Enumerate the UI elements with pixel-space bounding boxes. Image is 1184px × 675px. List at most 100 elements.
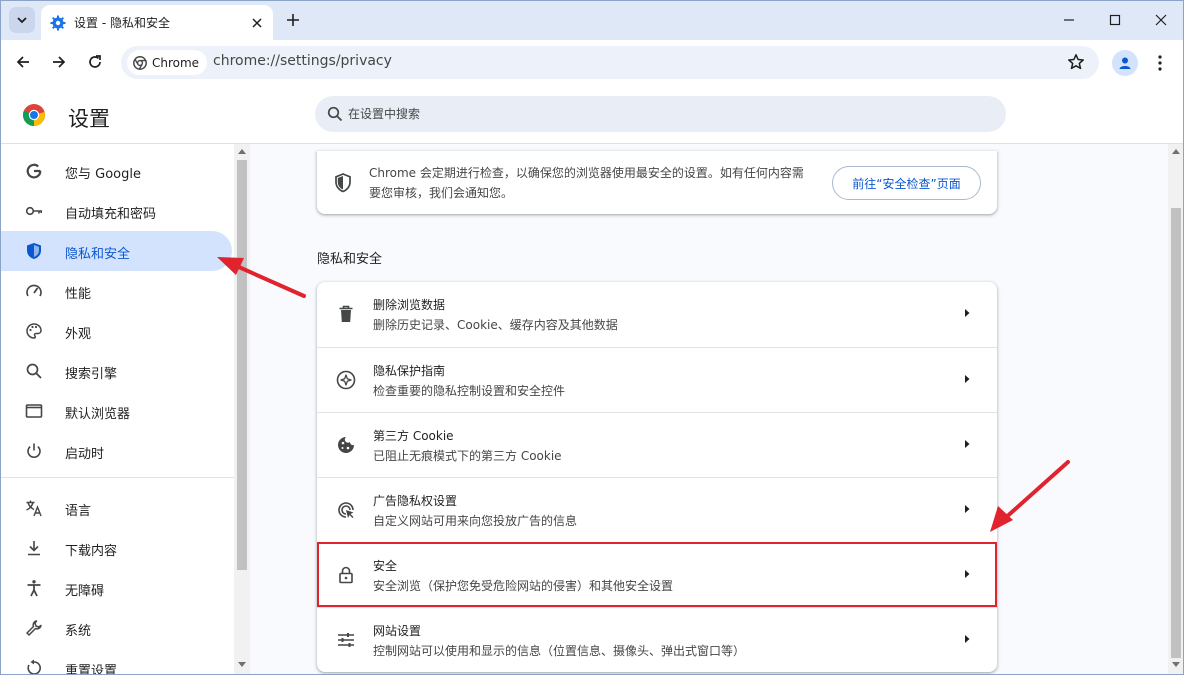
sidebar-item-label: 自动填充和密码 xyxy=(65,207,157,222)
section-title: 隐私和安全 xyxy=(317,252,383,267)
sidebar-item-label: 外观 xyxy=(65,327,92,342)
sidebar-item-label: 性能 xyxy=(65,287,92,302)
row-subtitle: 安全浏览（保护您免受危险网站的侵害）和其他安全设置 xyxy=(373,579,674,593)
arrow-right-icon xyxy=(965,309,970,317)
profile-button[interactable] xyxy=(1112,50,1138,76)
speedometer-icon xyxy=(25,282,43,300)
close-icon xyxy=(1155,14,1167,26)
avatar-icon xyxy=(1119,57,1131,69)
arrow-right-icon xyxy=(965,505,970,513)
new-tab-button[interactable] xyxy=(282,9,304,31)
key-icon xyxy=(25,202,43,220)
row-title: 隐私保护指南 xyxy=(373,364,446,378)
sidebar-item-downloads[interactable]: 下载内容 xyxy=(0,528,232,568)
arrow-left-icon xyxy=(16,56,29,68)
maximize-button[interactable] xyxy=(1092,0,1138,40)
window-close-button[interactable] xyxy=(1138,0,1184,40)
row-subtitle: 已阻止无痕模式下的第三方 Cookie xyxy=(373,449,562,463)
minimize-button[interactable] xyxy=(1046,0,1092,40)
tab-title: 设置 - 隐私和安全 xyxy=(74,16,170,30)
arrow-right-icon xyxy=(965,375,970,383)
sidebar-item-accessibility[interactable]: 无障碍 xyxy=(0,568,232,608)
reload-button[interactable] xyxy=(80,47,110,77)
sidebar-item-label: 您与 Google xyxy=(65,167,141,182)
scroll-up-icon xyxy=(1172,149,1180,154)
star-icon xyxy=(1068,54,1084,70)
privacy-list-card: 删除浏览数据 删除历史记录、Cookie、缓存内容及其他数据 隐私保护指南 检查… xyxy=(317,282,997,672)
sidebar-item-label: 默认浏览器 xyxy=(65,407,131,422)
search-input[interactable] xyxy=(348,96,988,132)
minimize-icon xyxy=(1064,19,1074,21)
row-subtitle: 删除历史记录、Cookie、缓存内容及其他数据 xyxy=(373,318,618,332)
safety-check-button[interactable]: 前往“安全检查”页面 xyxy=(832,166,981,200)
translate-icon xyxy=(25,499,43,517)
chrome-icon xyxy=(133,55,147,70)
menu-button[interactable] xyxy=(1150,50,1170,76)
chevron-down-icon xyxy=(17,17,27,24)
sidebar-scrollbar-thumb[interactable] xyxy=(237,160,247,570)
sidebar-item-on-startup[interactable]: 启动时 xyxy=(0,431,232,471)
sidebar-item-autofill[interactable]: 自动填充和密码 xyxy=(0,191,232,231)
row-subtitle: 控制网站可以使用和显示的信息（位置信息、摄像头、弹出式窗口等） xyxy=(373,644,746,658)
toolbar: Chrome chrome://settings/privacy xyxy=(0,40,1184,86)
sidebar-item-label: 语言 xyxy=(65,504,92,519)
sidebar-item-system[interactable]: 系统 xyxy=(0,608,232,648)
sidebar-item-reset[interactable]: 重置设置 xyxy=(0,648,232,675)
sliders-icon xyxy=(336,630,356,650)
compass-icon xyxy=(336,370,356,390)
row-privacy-guide[interactable]: 隐私保护指南 检查重要的隐私控制设置和安全控件 xyxy=(317,347,997,412)
more-vert-icon xyxy=(1158,55,1162,71)
settings-main: Chrome 会定期进行检查，以确保您的浏览器使用最安全的设置。如有任何内容需要… xyxy=(250,144,1168,675)
sidebar-item-label: 重置设置 xyxy=(65,664,118,675)
download-icon xyxy=(25,539,43,557)
shield-icon xyxy=(25,242,43,260)
row-clear-browsing-data[interactable]: 删除浏览数据 删除历史记录、Cookie、缓存内容及其他数据 xyxy=(317,282,997,347)
tab-close-button[interactable] xyxy=(247,13,267,33)
row-site-settings[interactable]: 网站设置 控制网站可以使用和显示的信息（位置信息、摄像头、弹出式窗口等） xyxy=(317,607,997,672)
back-button[interactable] xyxy=(8,47,38,77)
main-scrollbar-thumb[interactable] xyxy=(1171,208,1181,658)
bookmark-button[interactable] xyxy=(1067,53,1085,75)
plus-icon xyxy=(287,14,299,26)
safety-check-text: Chrome 会定期进行检查，以确保您的浏览器使用最安全的设置。如有任何内容需要… xyxy=(369,166,804,200)
row-subtitle: 检查重要的隐私控制设置和安全控件 xyxy=(373,384,566,398)
row-title: 安全 xyxy=(373,559,398,573)
site-chip-label: Chrome xyxy=(152,55,200,70)
row-ad-privacy[interactable]: 广告隐私权设置 自定义网站可用来向您投放广告的信息 xyxy=(317,477,997,542)
settings-search[interactable] xyxy=(315,96,1006,132)
address-bar[interactable]: Chrome chrome://settings/privacy xyxy=(121,46,1099,79)
url-text[interactable]: chrome://settings/privacy xyxy=(213,53,392,69)
row-security[interactable]: 安全 安全浏览（保护您免受危险网站的侵害）和其他安全设置 xyxy=(317,542,997,607)
trash-icon xyxy=(336,304,356,324)
sidebar-item-privacy[interactable]: 隐私和安全 xyxy=(0,231,232,271)
row-title: 网站设置 xyxy=(373,624,422,638)
arrow-right-icon xyxy=(965,440,970,448)
reload-icon xyxy=(89,55,101,68)
sidebar-item-label: 搜索引擎 xyxy=(65,367,118,382)
settings-gear-icon xyxy=(50,15,66,30)
active-tab[interactable]: 设置 - 隐私和安全 xyxy=(41,5,273,40)
settings-header: 设置 xyxy=(0,86,1184,144)
arrow-right-icon xyxy=(965,570,970,578)
sidebar-item-performance[interactable]: 性能 xyxy=(0,271,232,311)
tab-search-button[interactable] xyxy=(9,7,35,33)
sidebar-item-default-browser[interactable]: 默认浏览器 xyxy=(0,391,232,431)
row-third-party-cookies[interactable]: 第三方 Cookie 已阻止无痕模式下的第三方 Cookie xyxy=(317,412,997,477)
row-title: 广告隐私权设置 xyxy=(373,494,458,508)
row-subtitle: 自定义网站可用来向您投放广告的信息 xyxy=(373,514,578,528)
chrome-logo-icon xyxy=(22,104,45,127)
sidebar-item-label: 无障碍 xyxy=(65,584,105,599)
forward-button[interactable] xyxy=(44,47,74,77)
sidebar-item-languages[interactable]: 语言 xyxy=(0,488,232,528)
sidebar-item-label: 系统 xyxy=(65,624,92,639)
page-title: 设置 xyxy=(68,107,110,131)
sidebar-item-appearance[interactable]: 外观 xyxy=(0,311,232,351)
site-info-chip[interactable]: Chrome xyxy=(127,50,208,75)
browser-window-icon xyxy=(25,402,43,420)
lock-icon xyxy=(336,565,356,585)
sidebar-item-search-engine[interactable]: 搜索引擎 xyxy=(0,351,232,391)
maximize-icon xyxy=(1109,14,1121,26)
sidebar-item-label: 启动时 xyxy=(65,447,105,462)
sidebar-item-you-and-google[interactable]: 您与 Google xyxy=(0,151,232,191)
google-g-icon xyxy=(25,162,43,180)
